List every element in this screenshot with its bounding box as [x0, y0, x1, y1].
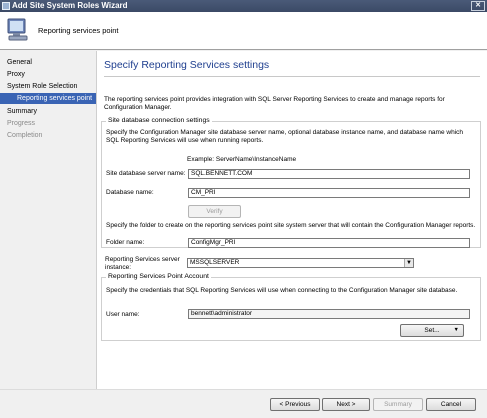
user-field: bennett\administrator — [188, 309, 470, 319]
set-button[interactable]: Set... ▼ — [400, 324, 464, 337]
wizard-footer: < Previous Next > Summary Cancel — [0, 389, 487, 418]
close-button[interactable]: ✕ — [471, 1, 485, 11]
main-panel: Specify Reporting Services settings The … — [97, 51, 487, 389]
step-system-role-selection[interactable]: System Role Selection — [7, 81, 77, 92]
step-proxy[interactable]: Proxy — [7, 69, 25, 80]
server-field[interactable]: SQL.BENNETT.COM — [188, 169, 470, 179]
dbname-label: Database name: — [106, 189, 154, 196]
wizard-header: Reporting services point — [0, 12, 487, 50]
db-group-title: Site database connection settings — [106, 117, 212, 124]
previous-button[interactable]: < Previous — [270, 398, 320, 411]
db-description: Specify the Configuration Manager site d… — [106, 129, 464, 144]
server-example: Example: ServerName\InstanceName — [187, 156, 297, 163]
folder-label: Folder name: — [106, 239, 145, 246]
step-completion: Completion — [7, 132, 43, 139]
chevron-down-icon[interactable]: ▼ — [404, 259, 413, 267]
cancel-button[interactable]: Cancel — [426, 398, 476, 411]
computer-icon — [7, 18, 28, 41]
instance-label: Reporting Services server instance: — [105, 256, 180, 271]
account-group: Reporting Services Point Account Specify… — [101, 273, 481, 341]
set-label: Set... — [424, 327, 440, 334]
step-summary[interactable]: Summary — [7, 106, 37, 117]
wizard-icon — [2, 2, 10, 10]
user-label: User name: — [106, 311, 140, 318]
instance-value: MSSQLSERVER — [190, 259, 240, 266]
folder-description: Specify the folder to create on the repo… — [106, 222, 476, 229]
verify-button[interactable]: Verify — [188, 205, 241, 218]
step-reporting-services-point[interactable]: Reporting services point — [0, 93, 96, 104]
next-button[interactable]: Next > — [322, 398, 370, 411]
step-progress: Progress — [7, 120, 36, 127]
page-title: Specify Reporting Services settings — [104, 59, 270, 71]
db-connection-group: Site database connection settings Specif… — [101, 117, 481, 248]
folder-field[interactable]: ConfigMgr_PRI — [188, 238, 470, 248]
account-description: Specify the credentials that SQL Reporti… — [106, 287, 458, 294]
window-title: Add Site System Roles Wizard — [12, 1, 128, 10]
wizard-steps: General Proxy System Role Selection Repo… — [0, 51, 97, 389]
title-bar: Add Site System Roles Wizard ✕ — [0, 0, 487, 12]
dbname-field[interactable]: CM_PRI — [188, 188, 470, 198]
title-divider — [104, 76, 480, 77]
instance-select[interactable]: MSSQLSERVER ▼ — [187, 258, 414, 268]
summary-button: Summary — [373, 398, 423, 411]
header-title: Reporting services point — [38, 26, 119, 35]
step-general[interactable]: General — [7, 57, 32, 68]
account-group-title: Reporting Services Point Account — [106, 273, 211, 280]
intro-text: The reporting services point provides in… — [104, 96, 445, 111]
server-label: Site database server name: — [106, 170, 186, 177]
dropdown-arrow-icon: ▼ — [453, 327, 459, 333]
